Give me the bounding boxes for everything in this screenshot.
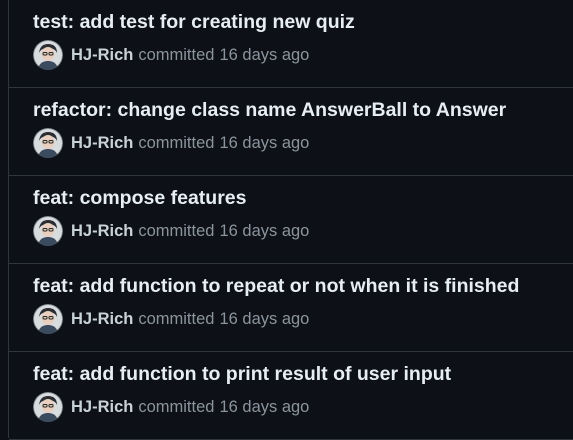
user-avatar-icon[interactable] [33, 40, 63, 70]
commit-row: feat: compose features HJ-Rich committed… [9, 176, 573, 264]
committed-label: committed [138, 221, 215, 240]
avatar-image [33, 304, 63, 334]
commit-meta: HJ-Rich committed 16 days ago [33, 128, 309, 158]
commit-row: feat: add function to print result of us… [9, 352, 573, 440]
commit-title-link[interactable]: refactor: change class name AnswerBall t… [33, 99, 506, 122]
commit-title-link[interactable]: feat: add function to print result of us… [33, 363, 451, 386]
commit-row: refactor: change class name AnswerBall t… [9, 88, 573, 176]
commit-meta: HJ-Rich committed 16 days ago [33, 40, 309, 70]
committed-label: committed [138, 45, 215, 64]
avatar-image [33, 392, 63, 422]
avatar-image [33, 216, 63, 246]
user-avatar-icon[interactable] [33, 304, 63, 334]
author-link[interactable]: HJ-Rich [71, 134, 133, 153]
committed-label: committed [138, 133, 215, 152]
avatar-image [33, 40, 63, 70]
committed-label: committed [138, 309, 215, 328]
commit-time: 16 days ago [219, 133, 310, 152]
user-avatar-icon[interactable] [33, 392, 63, 422]
commit-title-link[interactable]: feat: add function to repeat or not when… [33, 275, 519, 298]
commit-meta: HJ-Rich committed 16 days ago [33, 304, 309, 334]
commit-list: test: add test for creating new quiz HJ-… [8, 0, 573, 440]
commit-meta: HJ-Rich committed 16 days ago [33, 216, 309, 246]
user-avatar-icon[interactable] [33, 216, 63, 246]
commit-title-link[interactable]: test: add test for creating new quiz [33, 11, 355, 34]
commit-title-link[interactable]: feat: compose features [33, 187, 246, 210]
commit-time: 16 days ago [219, 309, 310, 328]
commit-time: 16 days ago [219, 45, 310, 64]
commit-row: test: add test for creating new quiz HJ-… [9, 0, 573, 88]
commit-meta: HJ-Rich committed 16 days ago [33, 392, 309, 422]
author-link[interactable]: HJ-Rich [71, 222, 133, 241]
author-link[interactable]: HJ-Rich [71, 398, 133, 417]
author-link[interactable]: HJ-Rich [71, 310, 133, 329]
user-avatar-icon[interactable] [33, 128, 63, 158]
author-link[interactable]: HJ-Rich [71, 46, 133, 65]
commit-row: feat: add function to repeat or not when… [9, 264, 573, 352]
avatar-image [33, 128, 63, 158]
commit-time: 16 days ago [219, 397, 310, 416]
committed-label: committed [138, 397, 215, 416]
commit-time: 16 days ago [219, 221, 310, 240]
